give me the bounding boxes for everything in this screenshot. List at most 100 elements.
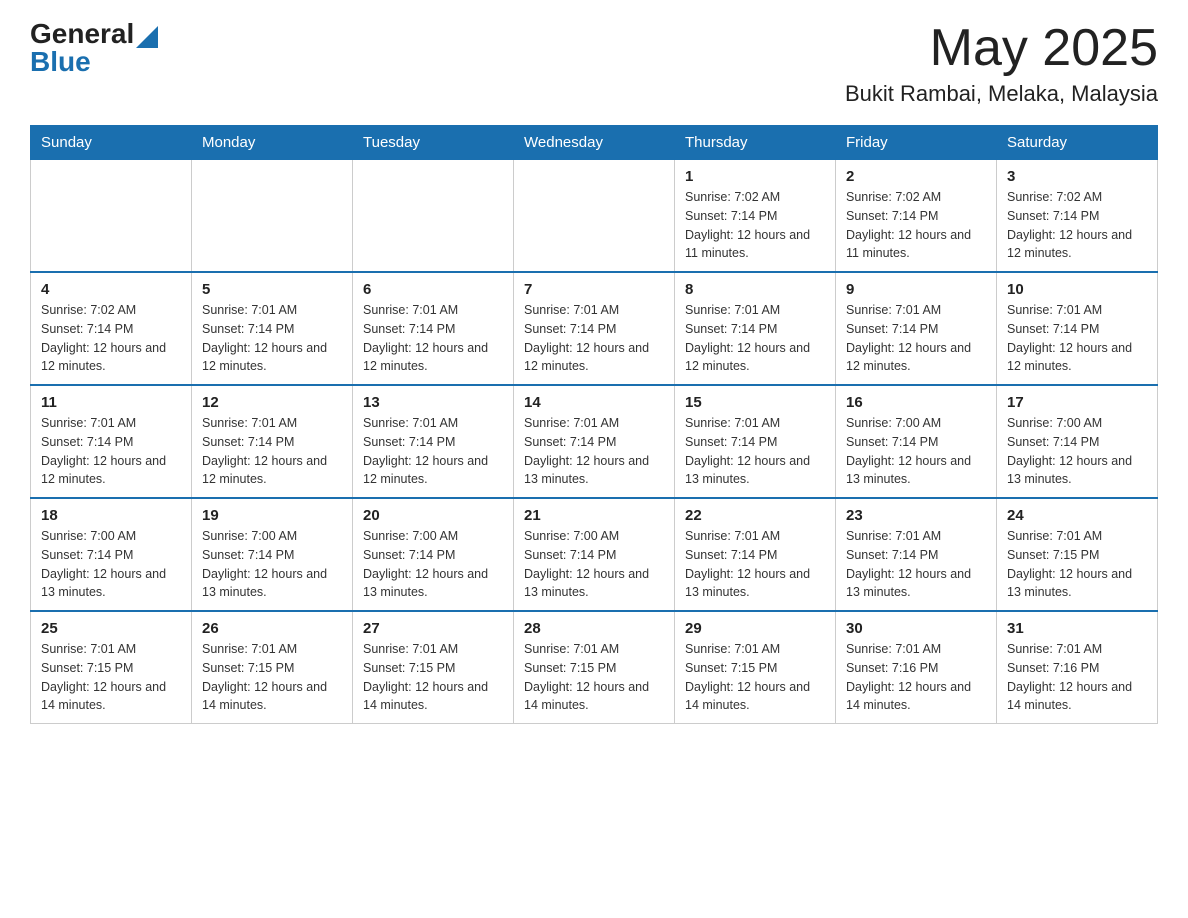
calendar-cell: 26 Sunrise: 7:01 AMSunset: 7:15 PMDayligh… <box>192 611 353 724</box>
day-number: 4 <box>41 281 181 298</box>
day-number: 29 <box>685 620 825 637</box>
day-number: 6 <box>363 281 503 298</box>
day-number: 1 <box>685 168 825 185</box>
calendar-cell: 22 Sunrise: 7:01 AMSunset: 7:14 PMDayligh… <box>675 498 836 611</box>
day-info: Sunrise: 7:01 AMSunset: 7:16 PMDaylight:… <box>846 640 986 715</box>
calendar-cell <box>192 160 353 273</box>
day-number: 26 <box>202 620 342 637</box>
calendar-cell: 25 Sunrise: 7:01 AMSunset: 7:15 PMDayligh… <box>31 611 192 724</box>
day-info: Sunrise: 7:01 AMSunset: 7:14 PMDaylight:… <box>1007 301 1147 376</box>
calendar-cell: 21 Sunrise: 7:00 AMSunset: 7:14 PMDayligh… <box>514 498 675 611</box>
day-info: Sunrise: 7:02 AMSunset: 7:14 PMDaylight:… <box>846 188 986 263</box>
day-number: 16 <box>846 394 986 411</box>
day-number: 2 <box>846 168 986 185</box>
calendar-cell <box>514 160 675 273</box>
day-number: 8 <box>685 281 825 298</box>
day-number: 15 <box>685 394 825 411</box>
day-number: 12 <box>202 394 342 411</box>
day-info: Sunrise: 7:01 AMSunset: 7:15 PMDaylight:… <box>41 640 181 715</box>
calendar-week-row: 18 Sunrise: 7:00 AMSunset: 7:14 PMDayligh… <box>31 498 1158 611</box>
day-number: 18 <box>41 507 181 524</box>
logo-wrapper: General Blue <box>30 20 158 76</box>
page-header: General Blue May 2025 Bukit Rambai, Mela… <box>30 20 1158 107</box>
weekday-header-tuesday: Tuesday <box>353 126 514 160</box>
location-title: Bukit Rambai, Melaka, Malaysia <box>845 81 1158 107</box>
day-info: Sunrise: 7:01 AMSunset: 7:14 PMDaylight:… <box>363 301 503 376</box>
day-info: Sunrise: 7:01 AMSunset: 7:14 PMDaylight:… <box>41 414 181 489</box>
calendar-cell <box>31 160 192 273</box>
day-info: Sunrise: 7:01 AMSunset: 7:14 PMDaylight:… <box>363 414 503 489</box>
day-number: 25 <box>41 620 181 637</box>
calendar-cell: 1 Sunrise: 7:02 AMSunset: 7:14 PMDaylight… <box>675 160 836 273</box>
calendar-cell: 27 Sunrise: 7:01 AMSunset: 7:15 PMDayligh… <box>353 611 514 724</box>
day-number: 13 <box>363 394 503 411</box>
day-number: 24 <box>1007 507 1147 524</box>
calendar-cell: 17Sunrise: 7:00 AMSunset: 7:14 PMDayligh… <box>997 385 1158 498</box>
calendar-week-row: 1 Sunrise: 7:02 AMSunset: 7:14 PMDaylight… <box>31 160 1158 273</box>
weekday-header-wednesday: Wednesday <box>514 126 675 160</box>
weekday-header-saturday: Saturday <box>997 126 1158 160</box>
calendar-cell: 13 Sunrise: 7:01 AMSunset: 7:14 PMDayligh… <box>353 385 514 498</box>
day-number: 7 <box>524 281 664 298</box>
day-info: Sunrise: 7:01 AMSunset: 7:15 PMDaylight:… <box>363 640 503 715</box>
logo-general-text: General <box>30 20 134 48</box>
logo-top-row: General <box>30 20 158 48</box>
calendar-cell: 5 Sunrise: 7:01 AMSunset: 7:14 PMDaylight… <box>192 272 353 385</box>
day-info: Sunrise: 7:00 AMSunset: 7:14 PMDaylight:… <box>41 527 181 602</box>
day-number: 30 <box>846 620 986 637</box>
day-number: 5 <box>202 281 342 298</box>
calendar-cell: 4 Sunrise: 7:02 AMSunset: 7:14 PMDaylight… <box>31 272 192 385</box>
calendar-header-row: SundayMondayTuesdayWednesdayThursdayFrid… <box>31 126 1158 160</box>
day-number: 20 <box>363 507 503 524</box>
weekday-header-sunday: Sunday <box>31 126 192 160</box>
calendar-table: SundayMondayTuesdayWednesdayThursdayFrid… <box>30 125 1158 724</box>
calendar-cell: 11 Sunrise: 7:01 AMSunset: 7:14 PMDayligh… <box>31 385 192 498</box>
day-info: Sunrise: 7:01 AMSunset: 7:15 PMDaylight:… <box>1007 527 1147 602</box>
calendar-cell: 20 Sunrise: 7:00 AMSunset: 7:14 PMDayligh… <box>353 498 514 611</box>
calendar-cell: 31 Sunrise: 7:01 AMSunset: 7:16 PMDayligh… <box>997 611 1158 724</box>
calendar-cell: 30 Sunrise: 7:01 AMSunset: 7:16 PMDayligh… <box>836 611 997 724</box>
day-info: Sunrise: 7:00 AMSunset: 7:14 PMDaylight:… <box>363 527 503 602</box>
day-info: Sunrise: 7:01 AMSunset: 7:14 PMDaylight:… <box>685 301 825 376</box>
day-info: Sunrise: 7:02 AMSunset: 7:14 PMDaylight:… <box>685 188 825 263</box>
day-info: Sunrise: 7:01 AMSunset: 7:14 PMDaylight:… <box>846 527 986 602</box>
day-info: Sunrise: 7:01 AMSunset: 7:15 PMDaylight:… <box>202 640 342 715</box>
weekday-header-thursday: Thursday <box>675 126 836 160</box>
month-title: May 2025 <box>845 20 1158 77</box>
calendar-cell: 14Sunrise: 7:01 AMSunset: 7:14 PMDayligh… <box>514 385 675 498</box>
day-number: 27 <box>363 620 503 637</box>
day-number: 11 <box>41 394 181 411</box>
day-info: Sunrise: 7:02 AMSunset: 7:14 PMDaylight:… <box>1007 188 1147 263</box>
day-info: Sunrise: 7:01 AMSunset: 7:15 PMDaylight:… <box>685 640 825 715</box>
day-info: Sunrise: 7:01 AMSunset: 7:14 PMDaylight:… <box>202 301 342 376</box>
day-info: Sunrise: 7:02 AMSunset: 7:14 PMDaylight:… <box>41 301 181 376</box>
day-info: Sunrise: 7:00 AMSunset: 7:14 PMDaylight:… <box>524 527 664 602</box>
day-info: Sunrise: 7:01 AMSunset: 7:14 PMDaylight:… <box>685 527 825 602</box>
calendar-cell: 6 Sunrise: 7:01 AMSunset: 7:14 PMDaylight… <box>353 272 514 385</box>
calendar-cell: 3 Sunrise: 7:02 AMSunset: 7:14 PMDaylight… <box>997 160 1158 273</box>
day-number: 10 <box>1007 281 1147 298</box>
calendar-cell: 18 Sunrise: 7:00 AMSunset: 7:14 PMDayligh… <box>31 498 192 611</box>
calendar-cell: 10 Sunrise: 7:01 AMSunset: 7:14 PMDayligh… <box>997 272 1158 385</box>
day-number: 21 <box>524 507 664 524</box>
day-number: 9 <box>846 281 986 298</box>
day-number: 22 <box>685 507 825 524</box>
calendar-cell: 24 Sunrise: 7:01 AMSunset: 7:15 PMDayligh… <box>997 498 1158 611</box>
day-info: Sunrise: 7:01 AMSunset: 7:16 PMDaylight:… <box>1007 640 1147 715</box>
logo-triangle-icon <box>136 26 158 48</box>
calendar-cell: 2 Sunrise: 7:02 AMSunset: 7:14 PMDaylight… <box>836 160 997 273</box>
calendar-week-row: 11 Sunrise: 7:01 AMSunset: 7:14 PMDayligh… <box>31 385 1158 498</box>
logo: General Blue <box>30 20 158 76</box>
calendar-cell: 8 Sunrise: 7:01 AMSunset: 7:14 PMDaylight… <box>675 272 836 385</box>
calendar-cell <box>353 160 514 273</box>
day-number: 19 <box>202 507 342 524</box>
calendar-cell: 19Sunrise: 7:00 AMSunset: 7:14 PMDayligh… <box>192 498 353 611</box>
calendar-cell: 12Sunrise: 7:01 AMSunset: 7:14 PMDayligh… <box>192 385 353 498</box>
day-info: Sunrise: 7:01 AMSunset: 7:14 PMDaylight:… <box>524 301 664 376</box>
day-info: Sunrise: 7:01 AMSunset: 7:14 PMDaylight:… <box>685 414 825 489</box>
title-block: May 2025 Bukit Rambai, Melaka, Malaysia <box>845 20 1158 107</box>
day-number: 17 <box>1007 394 1147 411</box>
day-number: 31 <box>1007 620 1147 637</box>
day-number: 3 <box>1007 168 1147 185</box>
calendar-cell: 7 Sunrise: 7:01 AMSunset: 7:14 PMDaylight… <box>514 272 675 385</box>
